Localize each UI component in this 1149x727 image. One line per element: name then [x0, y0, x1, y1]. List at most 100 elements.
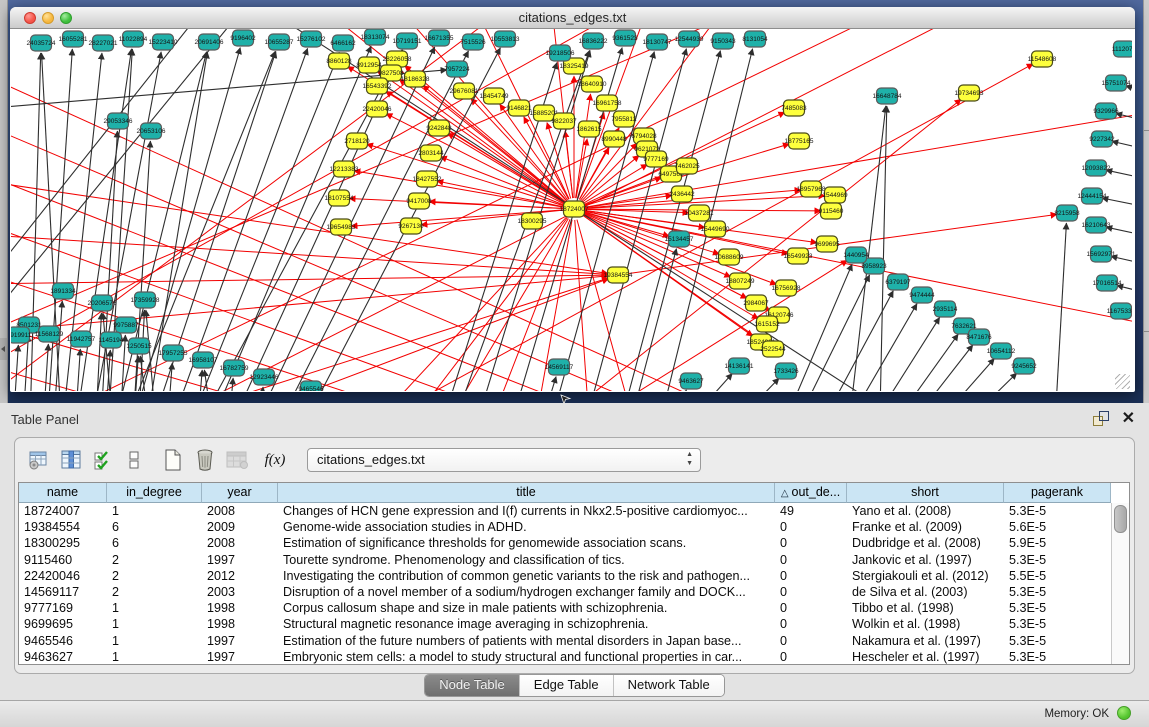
network-edge[interactable]: [1102, 198, 1132, 212]
network-node[interactable]: 6379197: [885, 274, 911, 290]
column-header-short[interactable]: short: [847, 483, 1004, 503]
table-row[interactable]: 977716911998Corpus callosum shape and si…: [19, 600, 1111, 616]
table-cell[interactable]: Changes of HCN gene expression and I(f) …: [278, 503, 775, 519]
table-cell[interactable]: 1: [107, 649, 202, 664]
network-node[interactable]: 18427552: [413, 171, 442, 187]
network-node[interactable]: 14569117: [545, 359, 574, 375]
table-cell[interactable]: 0: [775, 600, 847, 616]
network-node[interactable]: 9474444: [909, 287, 935, 303]
network-node[interactable]: 29676081: [450, 83, 479, 99]
table-cell[interactable]: 9699695: [19, 616, 107, 632]
network-node[interactable]: 9822037: [551, 113, 577, 129]
table-cell[interactable]: 0: [775, 633, 847, 649]
table-row[interactable]: 946554611997Estimation of the future num…: [19, 633, 1111, 649]
table-cell[interactable]: 5.3E-5: [1004, 616, 1111, 632]
network-edge[interactable]: [583, 215, 758, 319]
network-node[interactable]: 7485083: [781, 100, 807, 116]
table-row[interactable]: 1830029562008Estimation of significance …: [19, 535, 1111, 551]
network-node[interactable]: 15276102: [297, 31, 326, 47]
network-node[interactable]: 18107554: [325, 190, 354, 206]
network-edge[interactable]: [1112, 141, 1132, 155]
table-cell[interactable]: Disruption of a novel member of a sodium…: [278, 584, 775, 600]
network-node[interactable]: 15134457: [665, 231, 694, 247]
network-edge[interactable]: [511, 99, 961, 391]
table-cell[interactable]: 5.9E-5: [1004, 535, 1111, 551]
network-edge[interactable]: [575, 220, 591, 391]
table-row[interactable]: 1456911722003Disruption of a novel membe…: [19, 584, 1111, 600]
table-row[interactable]: 911546021997Tourette syndrome. Phenomeno…: [19, 552, 1111, 568]
network-node[interactable]: 10654112: [987, 343, 1016, 359]
network-node[interactable]: 22420046: [363, 101, 392, 117]
table-cell[interactable]: Dudbridge et al. (2008): [847, 535, 1004, 551]
network-node[interactable]: 18454749: [480, 88, 509, 104]
table-cell[interactable]: Wolkin et al. (1998): [847, 616, 1004, 632]
network-edge[interactable]: [1106, 227, 1132, 241]
table-cell[interactable]: 1: [107, 616, 202, 632]
network-node[interactable]: 2436442: [669, 186, 695, 202]
network-node[interactable]: 17359928: [131, 292, 160, 308]
network-node[interactable]: 9777169: [643, 151, 669, 167]
table-cell[interactable]: 2008: [202, 503, 278, 519]
network-node[interactable]: 12093822: [1082, 160, 1111, 176]
network-node[interactable]: 16756928: [772, 280, 801, 296]
table-cell[interactable]: 5.3E-5: [1004, 584, 1111, 600]
tab-edge-table[interactable]: Edge Table: [520, 675, 614, 696]
network-node[interactable]: 12923446: [250, 369, 279, 385]
network-node[interactable]: 14136141: [725, 358, 754, 374]
network-node[interactable]: 12544939: [675, 31, 704, 47]
network-node[interactable]: 7957224: [444, 61, 470, 77]
table-settings-button[interactable]: [25, 446, 53, 474]
network-node[interactable]: 1615152: [754, 316, 780, 332]
network-node[interactable]: 18775165: [785, 133, 814, 149]
network-node[interactable]: 3919911: [11, 327, 32, 343]
network-edge[interactable]: [73, 349, 80, 391]
table-cell[interactable]: 18724007: [19, 503, 107, 519]
network-node[interactable]: 11022894: [119, 31, 148, 47]
network-edge[interactable]: [701, 378, 779, 391]
network-node[interactable]: 16671355: [425, 30, 454, 46]
table-cell[interactable]: 0: [775, 535, 847, 551]
table-cell[interactable]: Investigating the contribution of common…: [278, 568, 775, 584]
network-node[interactable]: 18186328: [401, 71, 430, 87]
table-cell[interactable]: 2009: [202, 519, 278, 535]
network-node[interactable]: 9227342: [1089, 131, 1115, 147]
table-cell[interactable]: Tibbo et al. (1998): [847, 600, 1004, 616]
table-cell[interactable]: 9777169: [19, 600, 107, 616]
network-node[interactable]: 12444154: [1078, 188, 1107, 204]
table-cell[interactable]: 5.3E-5: [1004, 552, 1111, 568]
network-node[interactable]: 9699695: [814, 236, 840, 252]
table-cell[interactable]: Hescheler et al. (1997): [847, 649, 1004, 664]
network-edge[interactable]: [827, 304, 917, 391]
table-cell[interactable]: Nakamura et al. (1997): [847, 633, 1004, 649]
network-node[interactable]: 20206576: [88, 295, 117, 311]
table-row[interactable]: 1872400712008Changes of HCN gene express…: [19, 503, 1111, 519]
network-node[interactable]: 8471676: [966, 329, 992, 345]
table-cell[interactable]: 1998: [202, 600, 278, 616]
network-node[interactable]: 24035724: [27, 35, 56, 51]
table-cell[interactable]: 5.3E-5: [1004, 503, 1111, 519]
network-edge[interactable]: [629, 214, 1057, 273]
network-node[interactable]: 16836222: [579, 33, 608, 49]
table-cell[interactable]: 2008: [202, 535, 278, 551]
network-node[interactable]: 16055281: [59, 31, 88, 47]
network-node[interactable]: 16543392: [363, 78, 392, 94]
selection-mode-button[interactable]: [89, 446, 117, 474]
column-header-name[interactable]: name: [19, 483, 107, 503]
network-node[interactable]: 9245652: [1011, 358, 1037, 374]
table-cell[interactable]: Genome-wide association studies in ADHD.: [278, 519, 775, 535]
network-node[interactable]: 15692971: [1087, 246, 1116, 262]
table-cell[interactable]: 2012: [202, 568, 278, 584]
tab-node-table[interactable]: Node Table: [425, 675, 520, 696]
table-cell[interactable]: 0: [775, 519, 847, 535]
table-cell[interactable]: 0: [775, 552, 847, 568]
network-edge[interactable]: [879, 106, 887, 391]
network-node[interactable]: 11942757: [67, 331, 96, 347]
network-edge[interactable]: [141, 52, 207, 391]
table-cell[interactable]: Yano et al. (2008): [847, 503, 1004, 519]
network-node[interactable]: 2803144: [418, 145, 444, 161]
table-selector[interactable]: citations_edges.txt ▲▼: [307, 448, 701, 472]
network-edge[interactable]: [11, 345, 18, 391]
table-cell[interactable]: 5.6E-5: [1004, 519, 1111, 535]
table-cell[interactable]: Structural magnetic resonance image aver…: [278, 616, 775, 632]
table-cell[interactable]: 19384554: [19, 519, 107, 535]
